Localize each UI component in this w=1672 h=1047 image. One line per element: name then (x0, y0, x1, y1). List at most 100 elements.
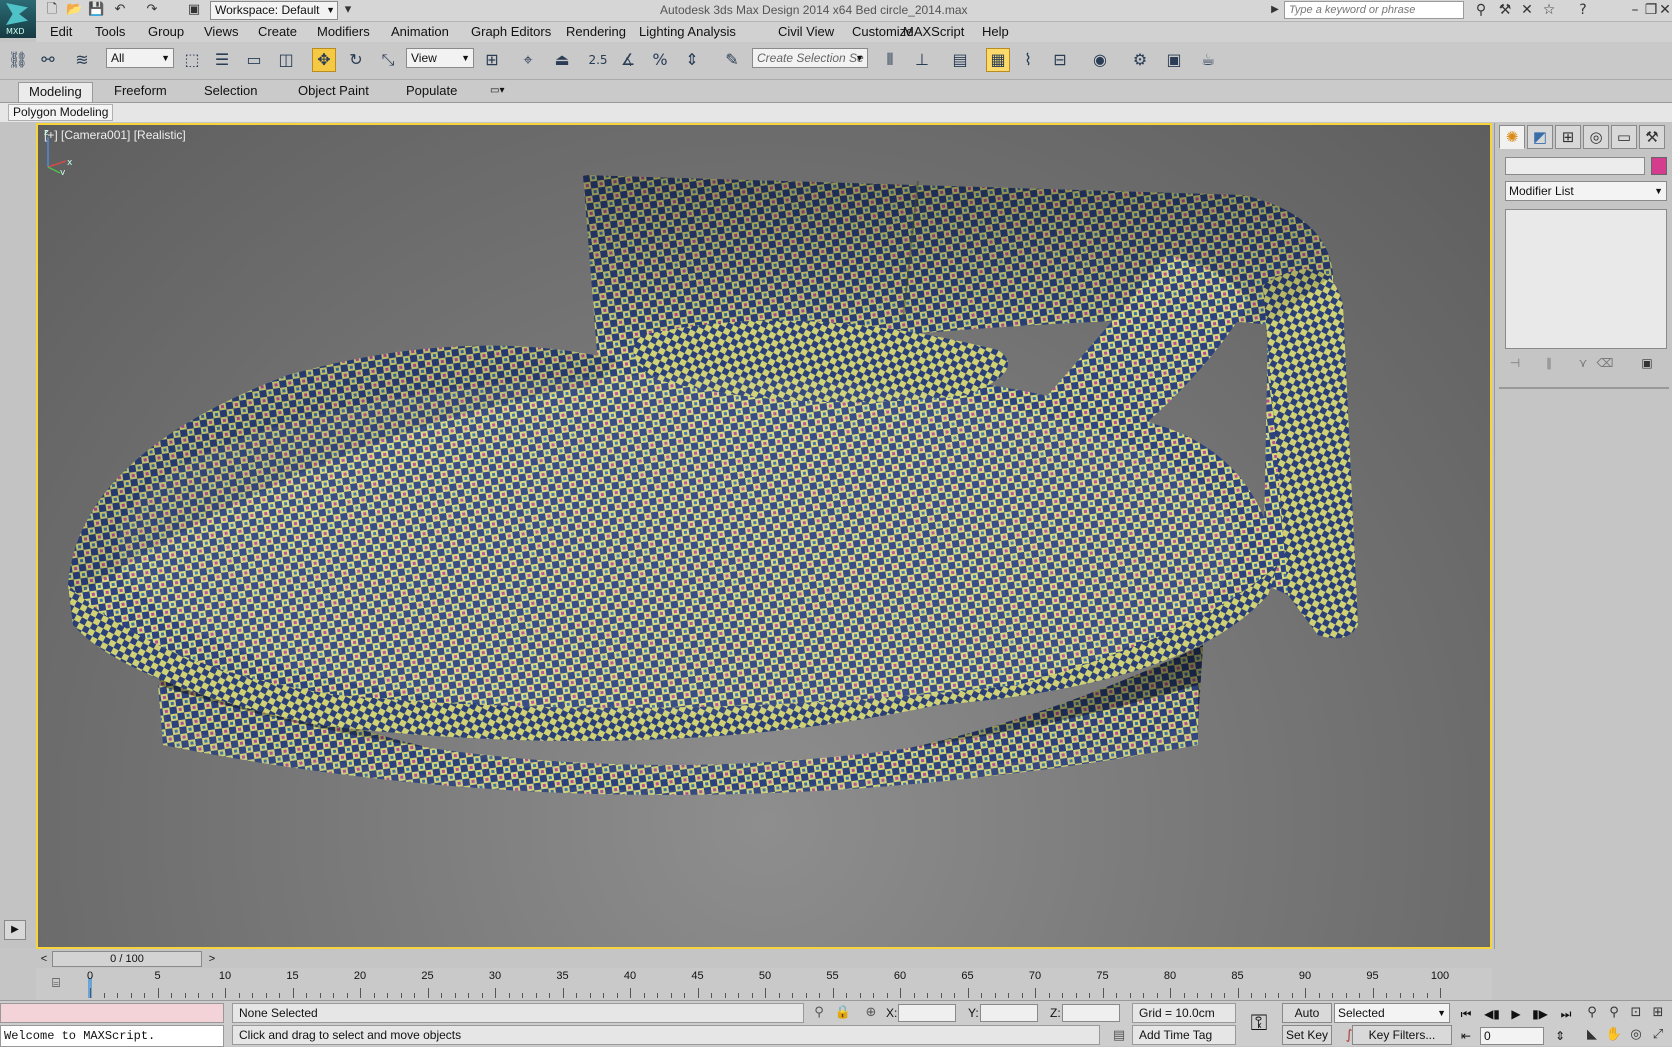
project-folder-icon[interactable]: ▣ (186, 2, 202, 18)
time-slider-next[interactable]: > (204, 951, 220, 967)
pan-view-icon[interactable]: ✋ (1604, 1025, 1624, 1045)
app-logo[interactable]: MXD (0, 0, 36, 38)
help-icon[interactable]: ? (1574, 1, 1592, 19)
track-bar[interactable]: ⌸ 0 5 10 15 20 25 30 35 40 45 50 55 60 65 70 75 80 85 90 95… (36, 968, 1492, 1000)
x-coordinate-field[interactable] (898, 1004, 956, 1022)
zoom-all-icon[interactable]: ⚲ (1604, 1003, 1624, 1023)
orbit-icon[interactable]: ◎ (1626, 1025, 1646, 1045)
go-to-start-icon[interactable]: ⏮ (1456, 1005, 1476, 1023)
menu-modifiers[interactable]: Modifiers (317, 24, 370, 39)
menu-group[interactable]: Group (148, 24, 184, 39)
spinner-snap-icon[interactable]: ⇕ (680, 48, 704, 72)
graphite-ribbon-toggle-icon[interactable]: ▦ (986, 48, 1010, 72)
save-file-icon[interactable]: 💾 (88, 2, 104, 18)
menu-civil-view[interactable]: Civil View (778, 24, 834, 39)
previous-frame-icon[interactable]: ◀▮ (1482, 1005, 1502, 1023)
maxscript-mini-listener[interactable] (0, 1003, 224, 1023)
pivot-center-icon[interactable]: ⊞ (480, 48, 504, 72)
set-key-icon[interactable]: ⚿ (1244, 1007, 1274, 1041)
tab-populate[interactable]: Populate (396, 82, 467, 102)
new-file-icon[interactable]: 🗋 (44, 2, 60, 18)
select-and-rotate-icon[interactable]: ↻ (344, 48, 368, 72)
mini-curve-editor-icon[interactable]: ⌸ (46, 974, 66, 994)
manipulate-icon[interactable]: ⌖ (516, 48, 540, 72)
workspace-select[interactable]: Workspace: Default ▼ (210, 1, 338, 20)
utilities-tab-icon[interactable]: ⚒ (1639, 125, 1665, 149)
camera-viewport[interactable]: [+] [Camera001] [Realistic] z x y (36, 123, 1492, 949)
track-ruler[interactable]: 0 5 10 15 20 25 30 35 40 45 50 55 60 65 70 75 80 85 90 95 10… (87, 970, 1449, 998)
expand-left-panel-icon[interactable]: ▶ (4, 920, 26, 940)
align-icon[interactable]: ⊥ (910, 48, 934, 72)
select-by-name-icon[interactable]: ☰ (210, 48, 234, 72)
next-frame-icon[interactable]: ▮▶ (1530, 1005, 1550, 1023)
keyboard-shortcut-override-icon[interactable]: ⏏ (550, 48, 574, 72)
named-selection-set-input[interactable]: Create Selection Se ▼ (752, 48, 868, 68)
object-name-field[interactable] (1505, 157, 1645, 175)
close-icon[interactable]: ✕ (1656, 1, 1672, 19)
menu-create[interactable]: Create (258, 24, 297, 39)
angle-snap-icon[interactable]: ∡ (616, 48, 640, 72)
binoculars-icon[interactable]: ⚲ (1472, 1, 1490, 19)
auto-key-button[interactable]: Auto Key (1282, 1003, 1332, 1038)
time-slider[interactable]: 0 / 100 (52, 951, 202, 967)
menu-edit[interactable]: Edit (50, 24, 72, 39)
selection-filter-select[interactable]: All ▼ (106, 48, 174, 68)
current-frame-field[interactable]: 0 (1480, 1027, 1544, 1045)
snaps-toggle-icon[interactable]: 2.5 (586, 48, 610, 72)
select-and-move-icon[interactable]: ✥ (312, 48, 336, 72)
pin-stack-icon[interactable]: ⊣ (1505, 356, 1525, 374)
hierarchy-tab-icon[interactable]: ⊞ (1555, 125, 1581, 149)
field-of-view-icon[interactable]: ◣ (1582, 1025, 1602, 1045)
link-icon[interactable]: ⛓ (6, 48, 30, 72)
tab-object-paint[interactable]: Object Paint (288, 82, 379, 102)
expand-arrow-icon[interactable]: ▶ (1266, 1, 1284, 19)
edit-named-selection-icon[interactable]: ✎ (720, 48, 744, 72)
time-slider-prev[interactable]: < (36, 951, 52, 967)
undo-icon[interactable]: ↶ (112, 2, 128, 18)
subscription-icon[interactable]: ⚒ (1496, 1, 1514, 19)
add-time-tag[interactable]: Add Time Tag (1132, 1025, 1236, 1045)
search-input[interactable]: Type a keyword or phrase (1284, 1, 1464, 19)
zoom-extents-all-icon[interactable]: ⊞ (1648, 1003, 1668, 1023)
modifier-list-select[interactable]: Modifier List ▼ (1505, 181, 1667, 201)
bind-space-warp-icon[interactable]: ≋ (70, 48, 94, 72)
menu-tools[interactable]: Tools (95, 24, 125, 39)
zoom-icon[interactable]: ⚲ (1582, 1003, 1602, 1023)
set-key-button[interactable]: Set Key (1282, 1025, 1332, 1045)
key-mode-select[interactable]: Selected ▼ (1334, 1003, 1450, 1023)
display-tab-icon[interactable]: ▭ (1611, 125, 1637, 149)
create-tab-icon[interactable]: ✺ (1499, 125, 1525, 149)
modifier-stack[interactable] (1505, 209, 1667, 349)
curve-editor-icon[interactable]: ⌇ (1016, 48, 1040, 72)
zoom-extents-icon[interactable]: ⊡ (1626, 1003, 1646, 1023)
make-unique-icon[interactable]: ⋎ (1573, 356, 1593, 374)
window-crossing-icon[interactable]: ◫ (274, 48, 298, 72)
configure-modifier-sets-icon[interactable]: ▣ (1637, 356, 1657, 374)
unlink-icon[interactable]: ⚯ (36, 48, 60, 72)
tab-freeform[interactable]: Freeform (104, 82, 177, 102)
play-icon[interactable]: ▶ (1506, 1005, 1526, 1023)
menu-graph-editors[interactable]: Graph Editors (471, 24, 551, 39)
key-mode-toggle-icon[interactable]: ⇤ (1456, 1027, 1476, 1045)
show-end-result-icon[interactable]: ∥ (1539, 356, 1559, 374)
quick-access-dropdown-icon[interactable]: ▾ (340, 2, 356, 18)
time-tag-icon[interactable]: ▤ (1110, 1027, 1128, 1045)
percent-snap-icon[interactable]: % (648, 48, 672, 72)
menu-views[interactable]: Views (204, 24, 238, 39)
menu-animation[interactable]: Animation (391, 24, 449, 39)
menu-lighting-analysis[interactable]: Lighting Analysis (639, 24, 736, 39)
redo-icon[interactable]: ↷ (144, 2, 160, 18)
favorites-star-icon[interactable]: ☆ (1540, 1, 1558, 19)
reference-coordinate-select[interactable]: View ▼ (406, 48, 474, 68)
spinner-icon[interactable]: ⇕ (1550, 1027, 1570, 1045)
maxscript-listener-output[interactable]: Welcome to MAXScript. (0, 1025, 224, 1047)
key-filters-button[interactable]: Key Filters... (1352, 1025, 1452, 1045)
menu-rendering[interactable]: Rendering (566, 24, 626, 39)
absolute-relative-toggle-icon[interactable]: ⊕ (862, 1004, 880, 1022)
select-and-scale-icon[interactable]: ⤡ (376, 48, 400, 72)
communication-icon[interactable]: ✕ (1518, 1, 1536, 19)
layer-explorer-icon[interactable]: ▤ (948, 48, 972, 72)
tab-selection[interactable]: Selection (194, 82, 267, 102)
motion-tab-icon[interactable]: ◎ (1583, 125, 1609, 149)
rectangular-selection-icon[interactable]: ▭ (242, 48, 266, 72)
